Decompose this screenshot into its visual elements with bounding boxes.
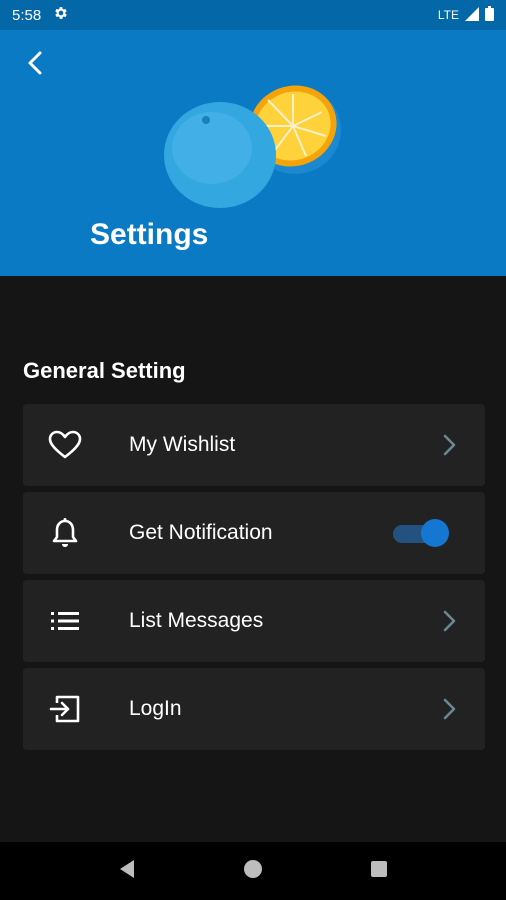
- wishlist-label: My Wishlist: [129, 433, 236, 456]
- square-recents-icon: [370, 860, 388, 883]
- wishlist-item[interactable]: My Wishlist: [23, 404, 485, 486]
- login-item[interactable]: LogIn: [23, 668, 485, 750]
- battery-icon: [485, 6, 494, 24]
- chevron-right-icon: [439, 433, 459, 457]
- nav-home-button[interactable]: [235, 853, 271, 889]
- notification-item[interactable]: Get Notification: [23, 492, 485, 574]
- settings-list: My Wishlist Get Notification List Messag…: [23, 404, 485, 756]
- section-title: General Setting: [23, 358, 186, 383]
- triangle-back-icon: [118, 859, 136, 884]
- status-right: LTE: [438, 6, 494, 24]
- gear-icon: [53, 5, 69, 25]
- back-button[interactable]: [18, 48, 52, 82]
- page-title: Settings: [90, 218, 209, 251]
- list-messages-label: List Messages: [129, 609, 264, 632]
- login-label: LogIn: [129, 697, 182, 720]
- network-label: LTE: [437, 8, 459, 22]
- toggle-thumb: [421, 519, 449, 547]
- nav-back-button[interactable]: [109, 853, 145, 889]
- circle-home-icon: [243, 859, 263, 884]
- heart-icon: [47, 427, 83, 463]
- login-icon: [47, 691, 83, 727]
- chevron-right-icon: [439, 609, 459, 633]
- status-bar: 5:58 LTE: [0, 0, 506, 30]
- header-banner: Settings: [0, 30, 506, 276]
- nav-recents-button[interactable]: [361, 853, 397, 889]
- chevron-left-icon: [26, 50, 44, 81]
- status-time: 5:58: [12, 6, 42, 24]
- bell-icon: [47, 515, 83, 551]
- system-nav-bar: [0, 842, 506, 900]
- chevron-right-icon: [439, 697, 459, 721]
- list-messages-item[interactable]: List Messages: [23, 580, 485, 662]
- signal-icon: [465, 6, 479, 24]
- list-icon: [47, 603, 83, 639]
- notification-label: Get Notification: [129, 521, 273, 544]
- orange-half-image: [150, 70, 350, 210]
- notification-toggle[interactable]: [393, 519, 449, 547]
